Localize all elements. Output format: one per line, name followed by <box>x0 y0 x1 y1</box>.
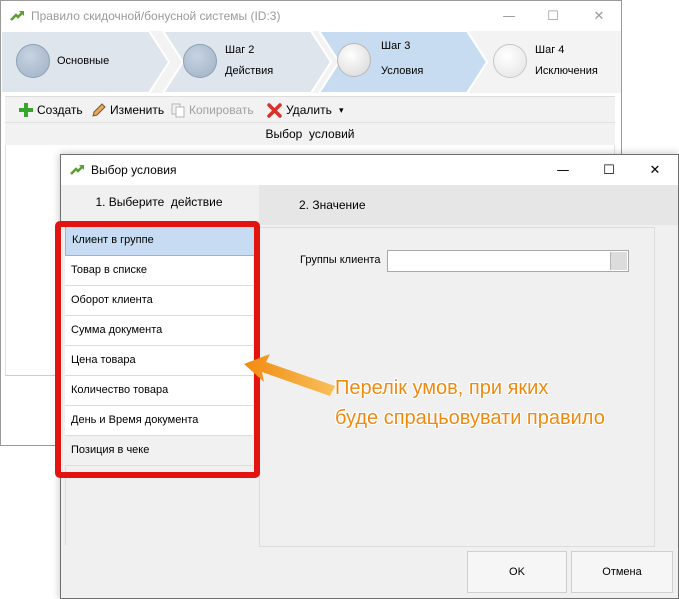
toolbar: Создать Изменить Копировать Удалить ▾ <box>5 96 615 123</box>
delete-label: Удалить <box>286 103 332 117</box>
annotation-text: Перелік умов, при яких буде спрацьовуват… <box>335 373 665 433</box>
delete-x-icon <box>267 102 282 118</box>
copy-icon <box>171 103 185 117</box>
value-header-label: 2. Значение <box>299 198 366 212</box>
step-status-icon <box>183 44 217 78</box>
step-label: Исключения <box>535 65 598 77</box>
edit-label: Изменить <box>110 103 165 117</box>
create-button[interactable]: Создать <box>19 101 83 119</box>
cancel-button[interactable]: Отмена <box>571 551 673 593</box>
step-prefix: Шаг 4 <box>535 44 565 56</box>
pencil-icon <box>92 102 106 117</box>
step-status-icon <box>16 44 50 78</box>
conditions-header: Выбор условий <box>5 122 615 146</box>
dialog-minimize-button[interactable]: — <box>541 155 585 185</box>
close-button[interactable]: ✕ <box>577 1 621 31</box>
toolbar-overflow-button[interactable]: ▾ <box>339 101 344 119</box>
step-status-icon <box>493 44 527 78</box>
wizard-step-basic[interactable]: Основные <box>1 31 171 93</box>
condition-list-empty-area <box>65 467 258 545</box>
edit-button[interactable]: Изменить <box>91 101 164 119</box>
annotation-line-1: Перелік умов, при яких <box>335 377 549 399</box>
app-icon <box>70 165 84 175</box>
rule-window-title: Правило скидочной/бонусной системы (ID:3… <box>31 9 281 23</box>
orange-arrow-icon <box>244 354 335 396</box>
client-groups-picker-button[interactable] <box>610 252 627 270</box>
step-prefix: Шаг 2 <box>225 44 255 56</box>
step-label: Действия <box>225 65 274 77</box>
app-icon <box>10 11 24 21</box>
plus-icon <box>19 103 33 117</box>
client-groups-field[interactable] <box>387 250 629 272</box>
value-header: 2. Значение <box>259 185 678 225</box>
dialog-titlebar: Выбор условия <box>61 155 678 185</box>
wizard-step-exceptions[interactable]: Шаг 4 Исключения <box>475 31 621 93</box>
wizard-steps: Основные Шаг 2 Действия Шаг 3 Условия Ша… <box>1 31 621 93</box>
dialog-close-button[interactable]: ✕ <box>633 155 677 185</box>
ok-button[interactable]: OK <box>467 551 567 593</box>
maximize-button[interactable]: ☐ <box>531 1 575 31</box>
minimize-button[interactable]: — <box>487 1 531 31</box>
dialog-title: Выбор условия <box>91 163 177 177</box>
step-label: Условия <box>381 65 424 77</box>
dialog-maximize-button[interactable]: ☐ <box>587 155 631 185</box>
annotation-line-2: буде спрацьовувати правило <box>335 407 605 429</box>
step-label: Основные <box>57 55 110 67</box>
delete-button[interactable]: Удалить <box>267 101 332 119</box>
copy-button[interactable]: Копировать <box>171 101 254 119</box>
step-status-icon <box>337 43 371 77</box>
choose-action-header: 1. Выберите действие <box>95 195 223 209</box>
create-label: Создать <box>37 103 83 117</box>
highlight-frame <box>55 221 260 478</box>
client-groups-label: Группы клиента <box>300 254 381 266</box>
wizard-step-conditions[interactable]: Шаг 3 Условия <box>319 31 489 93</box>
wizard-step-actions[interactable]: Шаг 2 Действия <box>163 31 333 93</box>
copy-label: Копировать <box>189 103 254 117</box>
step-prefix: Шаг 3 <box>381 40 411 52</box>
